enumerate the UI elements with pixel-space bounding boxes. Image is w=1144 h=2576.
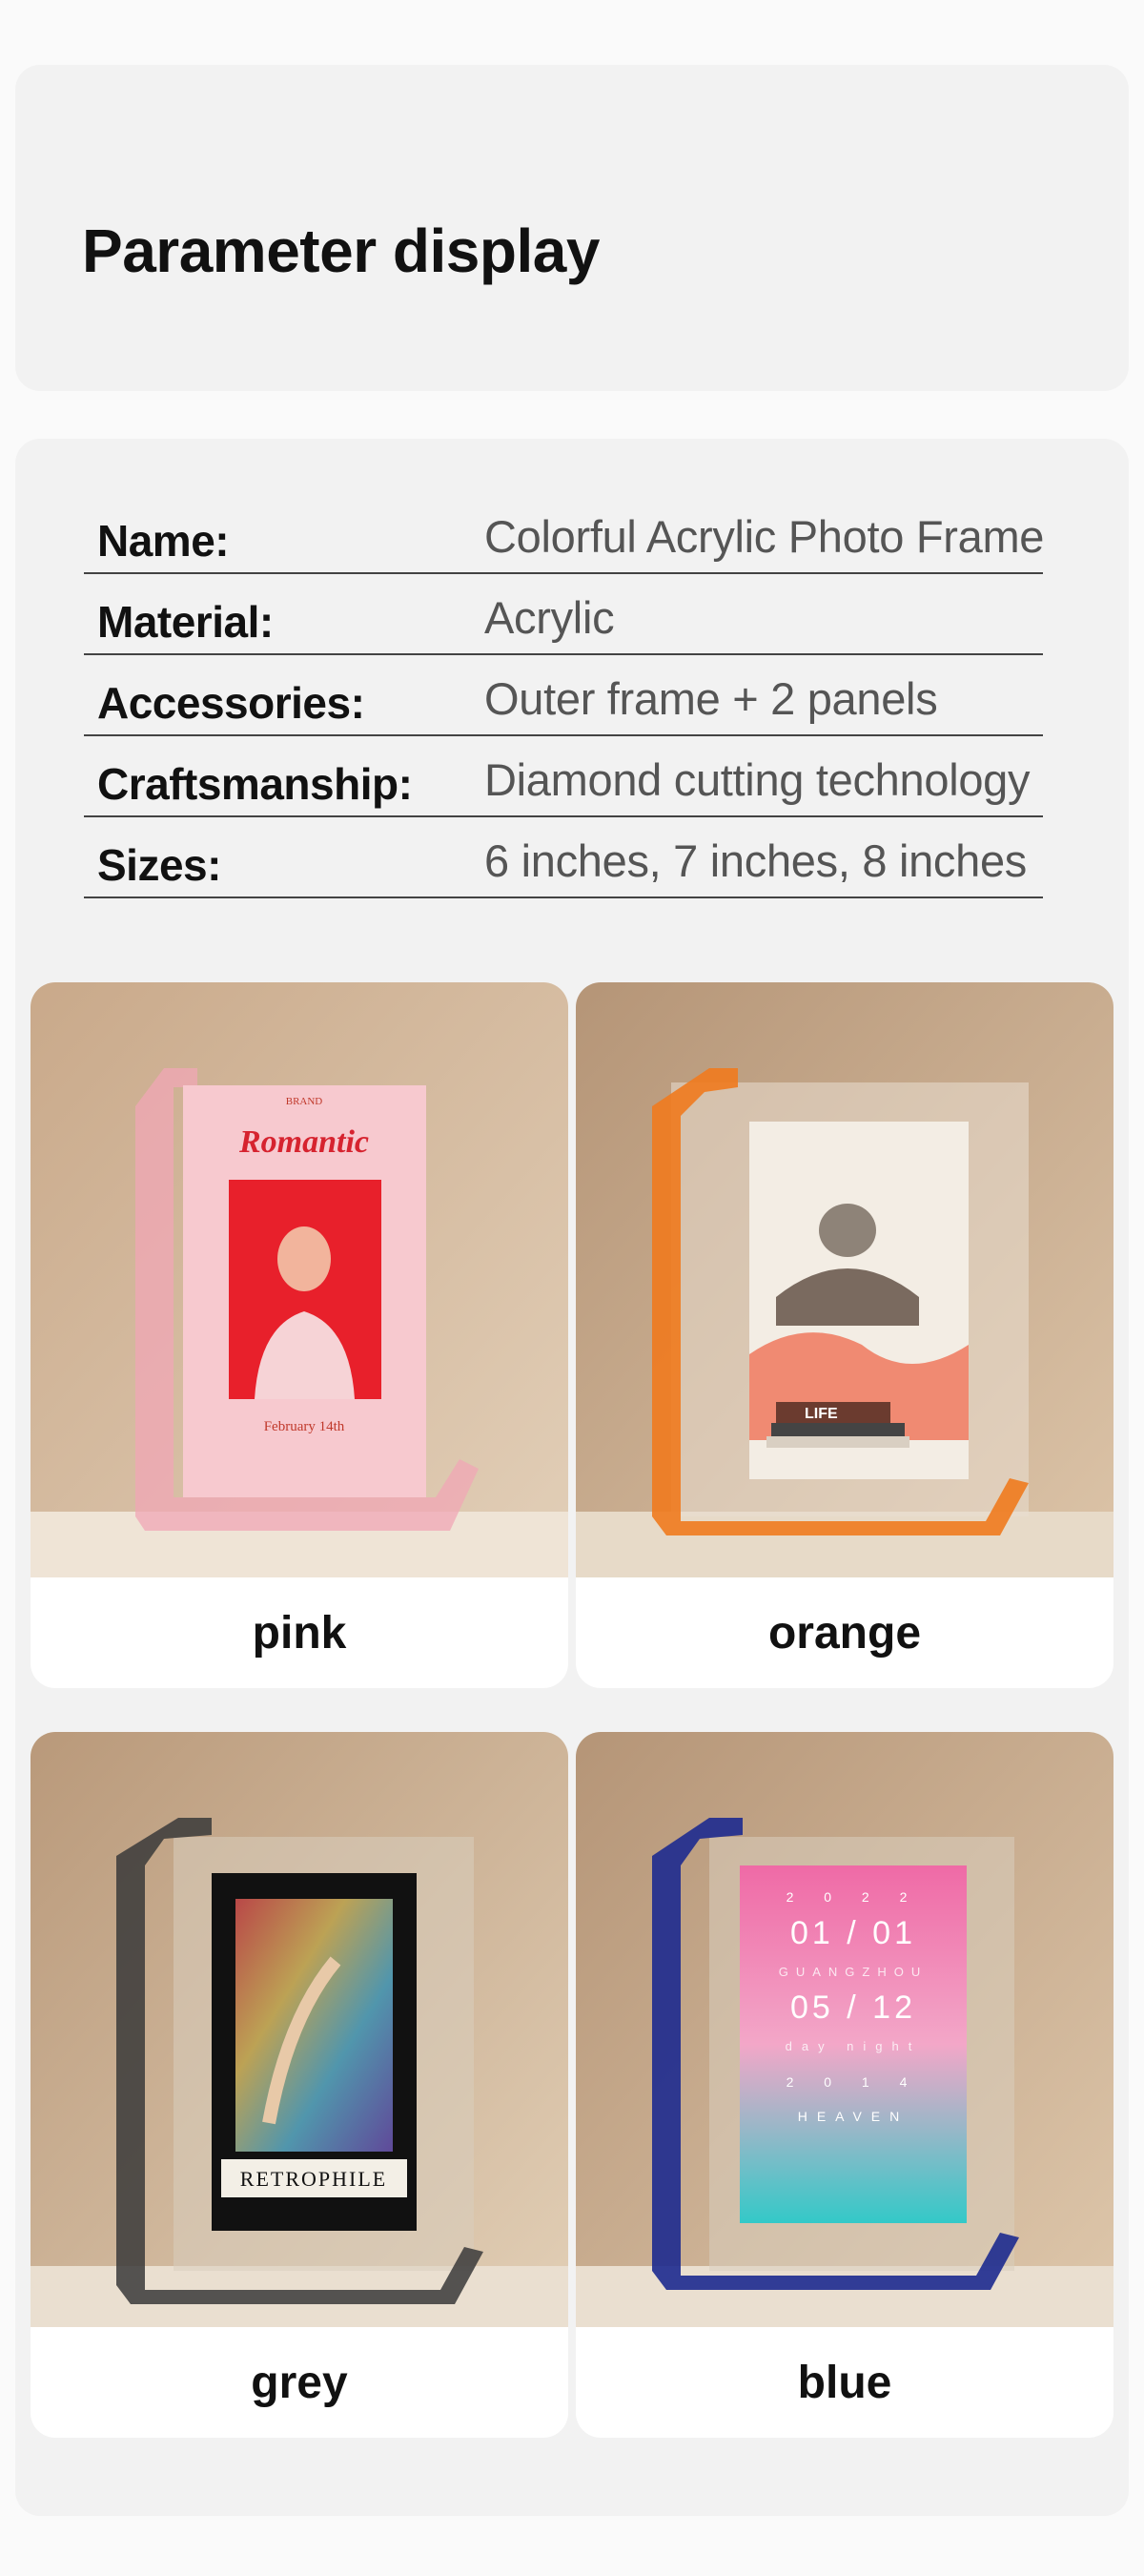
param-label: Accessories: xyxy=(97,678,365,728)
insert-row1: 2 0 2 2 xyxy=(786,1889,921,1905)
spec-card: Name: Colorful Acrylic Photo Frame Mater… xyxy=(15,439,1129,2516)
insert-row4: 05 / 12 xyxy=(790,1989,916,2026)
param-label: Sizes: xyxy=(97,840,221,890)
insert-row5: day night xyxy=(786,2039,922,2053)
product-photo-grey: RETROPHILE xyxy=(31,1732,568,2327)
insert-date: February 14th xyxy=(264,1419,345,1434)
param-row-name: Name: Colorful Acrylic Photo Frame xyxy=(84,492,1045,574)
product-photo-pink: BRAND Romantic February 14th xyxy=(31,982,568,1577)
title-card: Parameter display xyxy=(15,65,1129,391)
param-row-sizes: Sizes: 6 inches, 7 inches, 8 inches xyxy=(84,816,1043,898)
param-label: Name: xyxy=(97,516,230,566)
variant-label-grey: grey xyxy=(251,2357,348,2408)
insert-brand: BRAND xyxy=(286,1096,323,1107)
page-title: Parameter display xyxy=(82,216,600,285)
product-photo-orange: LIFE xyxy=(576,982,1113,1577)
param-value: Colorful Acrylic Photo Frame xyxy=(484,511,1045,562)
variant-tile-orange[interactable]: LIFE orange xyxy=(576,982,1113,1688)
param-value: Acrylic xyxy=(484,592,615,643)
insert-row6: 2 0 1 4 xyxy=(786,2074,921,2090)
variant-label-orange: orange xyxy=(767,1607,922,1659)
variant-tile-grey[interactable]: RETROPHILE grey xyxy=(31,1732,568,2438)
product-photo-blue: 2 0 2 2 01 / 01 GUANGZHOU 05 / 12 day ni… xyxy=(576,1732,1113,2327)
insert-label: RETROPHILE xyxy=(240,2167,387,2191)
variant-tile-pink[interactable]: BRAND Romantic February 14th pink xyxy=(31,982,568,1688)
param-value: Outer frame + 2 panels xyxy=(484,673,938,724)
insert-row7: HEAVEN xyxy=(798,2109,909,2124)
param-label: Craftsmanship: xyxy=(97,759,413,809)
insert-row3: GUANGZHOU xyxy=(779,1965,929,1979)
variant-tile-blue[interactable]: 2 0 2 2 01 / 01 GUANGZHOU 05 / 12 day ni… xyxy=(576,1732,1113,2438)
param-row-accessories: Accessories: Outer frame + 2 panels xyxy=(84,654,1043,736)
param-value: Diamond cutting technology xyxy=(484,754,1031,805)
param-value: 6 inches, 7 inches, 8 inches xyxy=(484,835,1028,886)
insert-headline: Romantic xyxy=(238,1124,369,1160)
insert-label: LIFE xyxy=(805,1406,838,1422)
variant-label-blue: blue xyxy=(797,2357,892,2408)
variant-label-pink: pink xyxy=(252,1607,347,1659)
param-row-material: Material: Acrylic xyxy=(84,573,1043,655)
param-label: Material: xyxy=(97,597,274,647)
param-row-craftsmanship: Craftsmanship: Diamond cutting technolog… xyxy=(84,735,1043,817)
insert-row2: 01 / 01 xyxy=(790,1915,916,1951)
